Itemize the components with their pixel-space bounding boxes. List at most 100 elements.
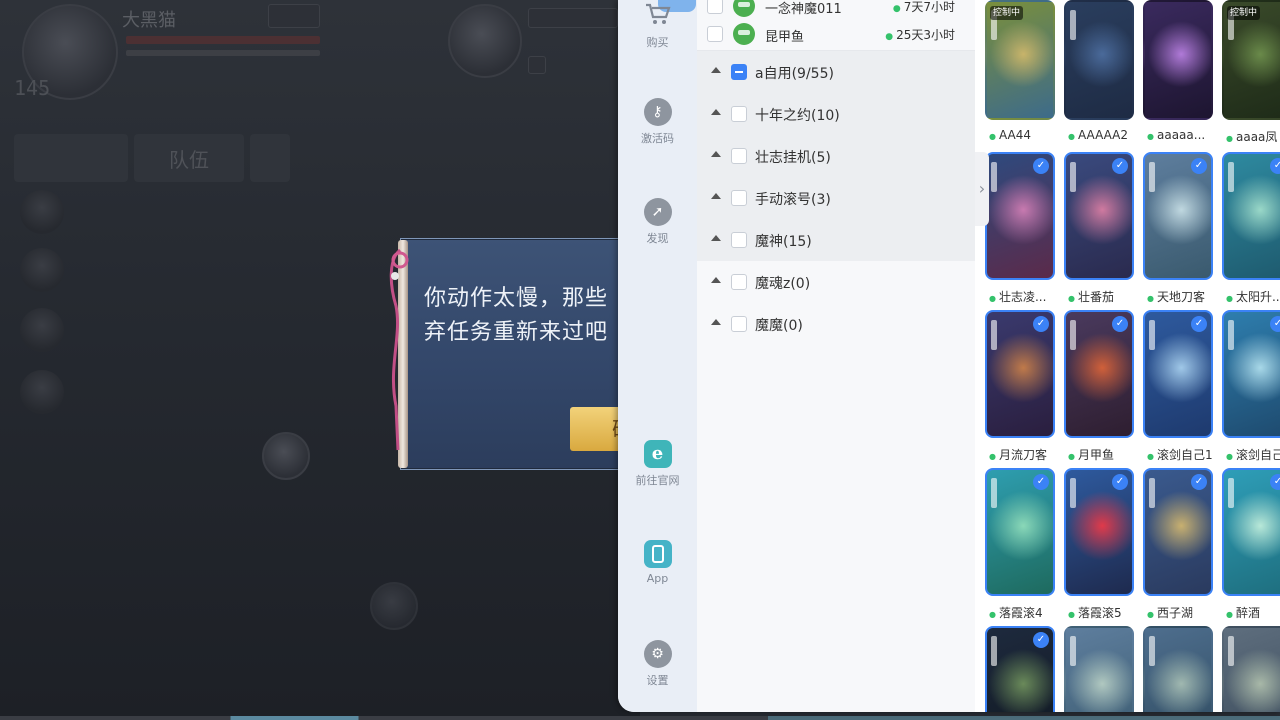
device-thumbnail[interactable]: ✓ <box>1222 152 1280 280</box>
device-thumbnail[interactable]: ✓ <box>1222 310 1280 438</box>
device-thumbnail[interactable] <box>1064 0 1134 120</box>
group-checkbox[interactable] <box>731 316 747 332</box>
device-thumbnail[interactable]: 控制中 <box>985 0 1055 120</box>
check-icon[interactable]: ✓ <box>1191 474 1207 490</box>
device-thumbnail[interactable]: ✓ <box>985 152 1055 280</box>
joystick-icon[interactable] <box>262 432 310 480</box>
group-row-mohun[interactable]: 魔魂z(0) <box>697 261 975 303</box>
device-name: aaaa凤 <box>1235 130 1278 144</box>
device-row[interactable]: 一念神魔011 7天7小时 <box>697 0 975 20</box>
sidebar-item-discover[interactable]: ➚ 发现 <box>618 198 697 246</box>
group-row-moshen[interactable]: 魔神(15) <box>697 219 975 261</box>
team-tab[interactable]: 队伍 <box>134 134 244 182</box>
player-level: 145 <box>14 76 51 100</box>
device-thumbnail[interactable]: ✓ <box>985 626 1055 712</box>
collapse-arrow-icon[interactable] <box>711 319 721 325</box>
quest-row[interactable] <box>20 186 240 236</box>
online-status-icon: ● <box>1068 452 1075 461</box>
device-thumbnail[interactable]: ✓ <box>1143 152 1213 280</box>
device-thumbnail[interactable]: ✓ <box>1222 468 1280 596</box>
device-checkbox[interactable] <box>707 0 723 14</box>
collapse-arrow-icon[interactable] <box>711 67 721 73</box>
collapse-arrow-icon[interactable] <box>711 109 721 115</box>
check-icon[interactable]: ✓ <box>1112 316 1128 332</box>
device-thumbnail-label: ● 西子湖 <box>1139 604 1217 621</box>
group-checkbox[interactable] <box>731 106 747 122</box>
check-icon[interactable]: ✓ <box>1191 158 1207 174</box>
device-name: 昆甲鱼 <box>765 30 805 45</box>
thumbnail-side-bar <box>1228 478 1234 508</box>
check-icon[interactable]: ✓ <box>1270 158 1280 174</box>
device-thumbnail[interactable]: ✓ <box>1143 310 1213 438</box>
device-checkbox[interactable] <box>707 26 723 42</box>
device-thumbnail[interactable]: ✓ <box>1064 310 1134 438</box>
group-row-ten-year[interactable]: 十年之约(10) <box>697 93 975 135</box>
collapse-arrow-icon[interactable] <box>711 235 721 241</box>
sidebar-item-settings[interactable]: ⚙ 设置 <box>618 640 697 688</box>
device-thumbnail-grid: 控制中 ● AA44 ● AAAAA2 ● aaaaa... 控制中 ● aaaa凤 ✓ ● 壮志凌..… <box>975 0 1280 712</box>
check-icon[interactable]: ✓ <box>1270 316 1280 332</box>
collapse-arrow-icon[interactable] <box>711 193 721 199</box>
quest-row[interactable] <box>20 304 240 354</box>
quest-row[interactable] <box>20 244 240 294</box>
sidebar-item-official-site[interactable]: e 前往官网 <box>618 440 697 488</box>
check-icon[interactable]: ✓ <box>1033 632 1049 648</box>
task-tab[interactable] <box>14 134 128 182</box>
skill-icon[interactable] <box>370 582 418 630</box>
device-thumbnail[interactable]: ✓ <box>985 310 1055 438</box>
device-thumbnail[interactable] <box>1222 626 1280 712</box>
client-panel: 购买 ⚷ 激活码 ➚ 发现 e 前往官网 App ⚙ 设置 一念神魔011 ● … <box>618 0 1280 712</box>
device-thumbnail[interactable]: ✓ <box>1143 468 1213 596</box>
device-thumbnail[interactable] <box>1143 0 1213 120</box>
check-icon[interactable]: ✓ <box>1033 158 1049 174</box>
check-icon[interactable]: ✓ <box>1191 316 1207 332</box>
online-status-icon: ● <box>1226 134 1233 143</box>
device-name: 月流刀客 <box>998 448 1047 462</box>
group-checkbox[interactable] <box>731 148 747 164</box>
sidebar-item-app[interactable]: App <box>618 540 697 585</box>
control-status-badge: 控制中 <box>990 6 1024 20</box>
dialog-confirm-button[interactable]: 确 <box>570 407 620 451</box>
control-status-badge: 控制中 <box>1227 6 1261 20</box>
quest-avatar <box>20 248 64 292</box>
check-icon[interactable]: ✓ <box>1033 316 1049 332</box>
sidebar-item-buy[interactable]: 购买 <box>618 2 697 50</box>
sidebar-item-activation-code[interactable]: ⚷ 激活码 <box>618 98 697 146</box>
group-label: 魔魂z(0) <box>755 276 811 292</box>
check-icon[interactable]: ✓ <box>1112 158 1128 174</box>
group-checkbox[interactable] <box>731 64 747 80</box>
device-row[interactable]: 昆甲鱼 25天3小时 <box>697 20 975 48</box>
group-row-manual[interactable]: 手动滚号(3) <box>697 177 975 219</box>
group-checkbox[interactable] <box>731 274 747 290</box>
check-icon[interactable]: ✓ <box>1033 474 1049 490</box>
player-badge <box>268 4 320 28</box>
device-thumbnail[interactable]: ✓ <box>1064 468 1134 596</box>
device-thumbnail[interactable]: 控制中 <box>1222 0 1280 120</box>
device-thumbnail[interactable]: ✓ <box>1064 152 1134 280</box>
group-label: 魔魔(0) <box>755 318 803 334</box>
device-thumbnail[interactable] <box>1064 626 1134 712</box>
group-checkbox[interactable] <box>731 190 747 206</box>
collapse-arrow-icon[interactable] <box>711 151 721 157</box>
device-remaining-time: 25天3小时 <box>885 26 955 43</box>
device-thumbnail-label: ● 太阳升... <box>1218 288 1280 305</box>
player-hp-bar <box>126 36 320 44</box>
group-row-a-self[interactable]: a自用(9/55) <box>697 51 975 93</box>
collapse-panel-chevron-icon[interactable]: › <box>975 152 989 226</box>
device-thumbnail[interactable]: ✓ <box>985 468 1055 596</box>
device-thumbnail[interactable] <box>1143 626 1213 712</box>
android-icon <box>733 0 755 17</box>
check-icon[interactable]: ✓ <box>1112 474 1128 490</box>
group-row-zhuangzhi[interactable]: 壮志挂机(5) <box>697 135 975 177</box>
tab-arrow[interactable] <box>250 134 290 182</box>
collapse-arrow-icon[interactable] <box>711 277 721 283</box>
group-row-momo[interactable]: 魔魔(0) <box>697 303 975 345</box>
check-icon[interactable]: ✓ <box>1270 474 1280 490</box>
target-avatar[interactable] <box>448 4 522 78</box>
online-status-icon: ● <box>1147 132 1154 141</box>
device-name: 月甲鱼 <box>1077 448 1114 462</box>
quest-row[interactable] <box>20 366 240 416</box>
device-name: 醉酒 <box>1235 606 1260 620</box>
target-icon-box <box>528 56 546 74</box>
group-checkbox[interactable] <box>731 232 747 248</box>
